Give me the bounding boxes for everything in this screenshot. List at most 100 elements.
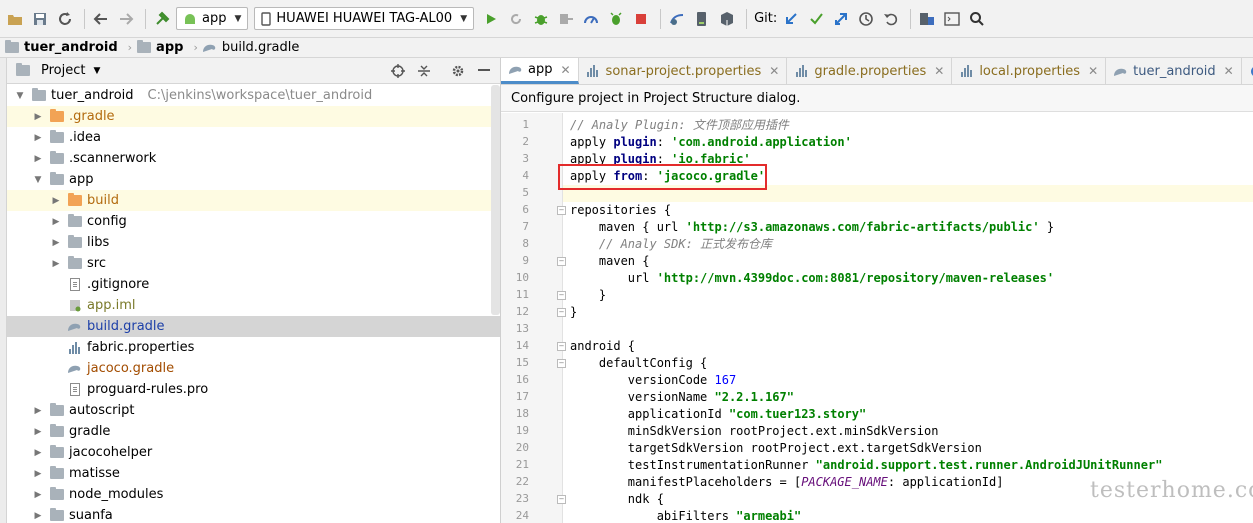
tree-item[interactable]: ▶ config	[7, 211, 500, 232]
fold-marker-icon[interactable]: −	[557, 257, 566, 266]
tree-item[interactable]: ▶ .gradle	[7, 106, 500, 127]
editor-tab[interactable]: tuer_android ✕	[1106, 58, 1242, 84]
collapse-all-icon[interactable]	[414, 61, 434, 81]
chevron-right-icon[interactable]: ▶	[51, 217, 61, 227]
tree-item[interactable]: ▶ matisse	[7, 463, 500, 484]
chevron-down-icon[interactable]: ▼	[15, 91, 25, 101]
breadcrumb-module[interactable]: app	[136, 40, 183, 55]
fold-marker-icon[interactable]: −	[557, 206, 566, 215]
chevron-right-icon[interactable]: ▶	[33, 490, 43, 500]
tree-item[interactable]: jacoco.gradle	[7, 358, 500, 379]
tree-item[interactable]: ▶ suanfa	[7, 505, 500, 523]
git-update-icon[interactable]	[780, 8, 802, 30]
tree-item[interactable]: ▶ src	[7, 253, 500, 274]
folder-icon	[49, 403, 64, 417]
sdk-manager-icon[interactable]	[716, 8, 738, 30]
tree-item[interactable]: ▶ node_modules	[7, 484, 500, 505]
close-tab-icon[interactable]: ✕	[560, 63, 570, 77]
chevron-right-icon[interactable]: ▶	[33, 133, 43, 143]
close-tab-icon[interactable]: ✕	[1224, 64, 1234, 78]
chevron-right-icon[interactable]: ▶	[51, 238, 61, 248]
gear-icon[interactable]	[448, 61, 468, 81]
git-commit-icon[interactable]	[805, 8, 827, 30]
fold-marker-icon[interactable]: −	[557, 359, 566, 368]
tree-item[interactable]: ▼ tuer_android C:\jenkins\workspace\tuer_a…	[7, 85, 500, 106]
chevron-right-icon[interactable]: ▶	[33, 154, 43, 164]
fold-marker-icon[interactable]: −	[557, 342, 566, 351]
close-tab-icon[interactable]: ✕	[769, 64, 779, 78]
git-push-icon[interactable]	[830, 8, 852, 30]
tree-item[interactable]: ▶ gradle	[7, 421, 500, 442]
close-tab-icon[interactable]: ✕	[934, 64, 944, 78]
editor-tab[interactable]: CBunnyE	[1242, 58, 1253, 84]
code-token: }	[1039, 220, 1055, 234]
chevron-down-icon: ▼	[460, 13, 468, 24]
terminal-icon[interactable]	[941, 8, 963, 30]
fold-marker-icon[interactable]: −	[557, 291, 566, 300]
apply-changes-icon[interactable]	[505, 8, 527, 30]
tree-item[interactable]: proguard-rules.pro	[7, 379, 500, 400]
run-icon[interactable]	[480, 8, 502, 30]
chevron-right-icon[interactable]: ▶	[51, 259, 61, 269]
project-panel-title[interactable]: Project	[41, 63, 85, 78]
make-project-hammer-icon[interactable]	[151, 8, 173, 30]
chevron-down-icon[interactable]: ▼	[33, 175, 43, 185]
minimize-icon[interactable]	[474, 61, 494, 81]
editor-tab[interactable]: app ✕	[501, 58, 579, 84]
chevron-right-icon[interactable]: ▶	[33, 112, 43, 122]
coverage-icon[interactable]	[605, 8, 627, 30]
gradle-notice-bar[interactable]: Configure project in Project Structure d…	[501, 85, 1253, 112]
project-structure-icon[interactable]	[916, 8, 938, 30]
tree-item[interactable]: ▶ jacocohelper	[7, 442, 500, 463]
fold-marker-icon[interactable]: −	[557, 308, 566, 317]
chevron-right-icon[interactable]: ▶	[33, 469, 43, 479]
debug-icon[interactable]	[530, 8, 552, 30]
git-history-icon[interactable]	[855, 8, 877, 30]
attach-debugger-icon[interactable]	[555, 8, 577, 30]
tree-item[interactable]: ▶ .scannerwork	[7, 148, 500, 169]
line-number: 17	[515, 390, 529, 403]
chevron-right-icon[interactable]: ▶	[33, 427, 43, 437]
sync-gradle-icon[interactable]	[666, 8, 688, 30]
run-config-select[interactable]: app ▼	[176, 7, 249, 30]
fold-marker-icon[interactable]: −	[557, 495, 566, 504]
git-rollback-icon[interactable]	[880, 8, 902, 30]
tree-item[interactable]: app.iml	[7, 295, 500, 316]
chevron-right-icon[interactable]: ▶	[33, 448, 43, 458]
chevron-right-icon[interactable]: ▶	[51, 196, 61, 206]
tree-item[interactable]: fabric.properties	[7, 337, 500, 358]
line-number: 24	[515, 509, 529, 522]
editor-tab[interactable]: gradle.properties ✕	[787, 58, 953, 84]
profile-icon[interactable]	[580, 8, 602, 30]
search-everywhere-icon[interactable]	[966, 8, 988, 30]
tree-item-label: gradle	[69, 424, 111, 439]
back-icon[interactable]	[90, 8, 112, 30]
editor-tab[interactable]: local.properties ✕	[952, 58, 1107, 84]
locate-file-icon[interactable]	[388, 61, 408, 81]
forward-icon[interactable]	[115, 8, 137, 30]
editor-tab[interactable]: sonar-project.properties ✕	[579, 58, 788, 84]
tree-item[interactable]: ▶ libs	[7, 232, 500, 253]
save-icon[interactable]	[29, 8, 51, 30]
tree-item[interactable]: ▶ autoscript	[7, 400, 500, 421]
chevron-right-icon[interactable]: ▶	[33, 511, 43, 521]
project-tree-scrollbar[interactable]	[491, 85, 500, 315]
tree-item[interactable]: .gitignore	[7, 274, 500, 295]
sync-icon[interactable]	[54, 8, 76, 30]
chevron-right-icon[interactable]: ▶	[33, 406, 43, 416]
tree-item[interactable]: ▶ build	[7, 190, 500, 211]
tree-item[interactable]: ▼ app	[7, 169, 500, 190]
tree-item[interactable]: ▶ .idea	[7, 127, 500, 148]
tree-item-label: build.gradle	[87, 319, 165, 334]
close-tab-icon[interactable]: ✕	[1088, 64, 1098, 78]
chevron-down-icon[interactable]: ▼	[93, 66, 100, 76]
open-folder-icon[interactable]	[4, 8, 26, 30]
tree-item[interactable]: build.gradle	[7, 316, 500, 337]
breadcrumb-project[interactable]: tuer_android	[4, 40, 118, 55]
device-select[interactable]: HUAWEI HUAWEI TAG-AL00 ▼	[254, 7, 475, 30]
left-tool-window-strip[interactable]	[0, 58, 7, 523]
avd-manager-icon[interactable]	[691, 8, 713, 30]
code-token: ndk {	[570, 492, 664, 506]
stop-icon[interactable]	[630, 8, 652, 30]
breadcrumb-file[interactable]: build.gradle	[202, 40, 299, 55]
